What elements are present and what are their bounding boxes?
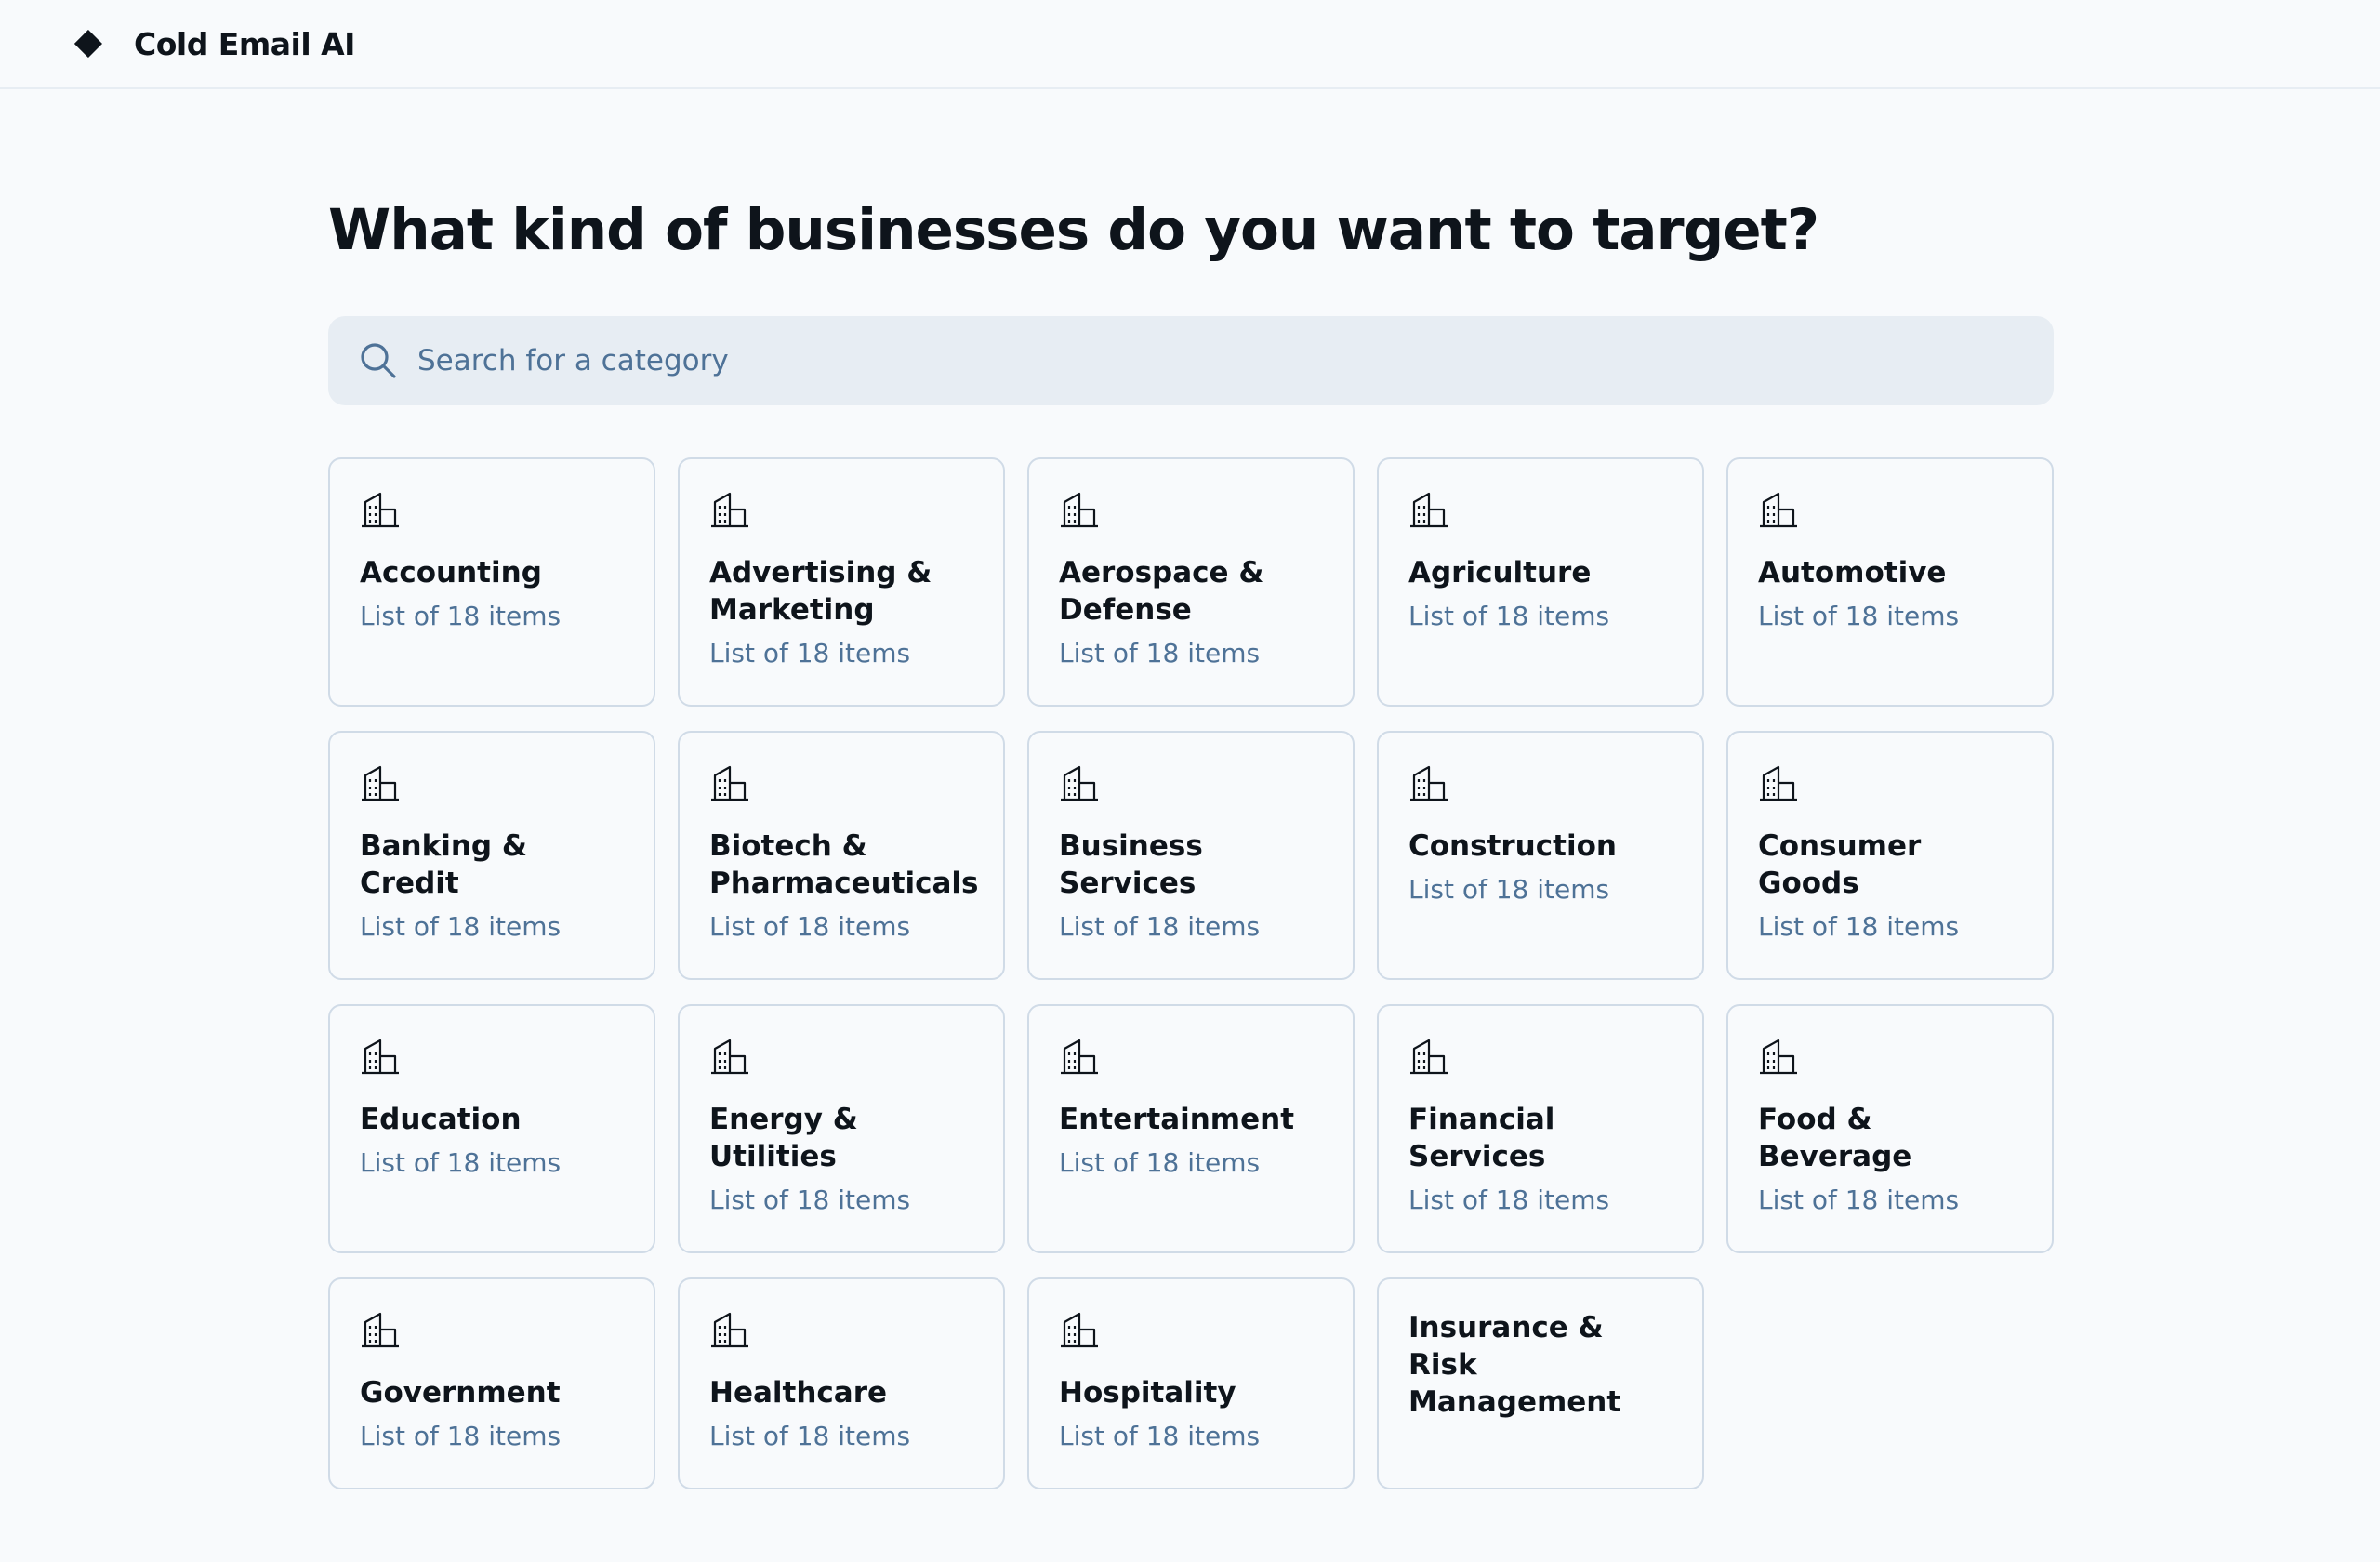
category-card[interactable]: Construction List of 18 items (1377, 731, 1704, 980)
category-item-count: List of 18 items (1059, 638, 1261, 668)
category-item-count: List of 18 items (709, 1421, 911, 1451)
category-name: Business Services (1059, 829, 1203, 900)
category-item-count: List of 18 items (709, 1185, 911, 1215)
building-icon (360, 489, 401, 530)
category-item-count: List of 18 items (1059, 911, 1261, 942)
search-bar[interactable] (328, 316, 2054, 405)
category-card[interactable]: Insurance & Risk Management (1377, 1277, 1704, 1489)
category-name: Biotech & Pharmaceuticals (709, 829, 979, 900)
category-name: Agriculture (1408, 556, 1592, 589)
category-card[interactable]: Automotive List of 18 items (1726, 457, 2054, 707)
building-icon (1059, 489, 1100, 530)
search-input[interactable] (417, 344, 1998, 377)
category-item-count: List of 18 items (360, 1147, 562, 1178)
building-icon (360, 1309, 401, 1350)
category-card[interactable]: Aerospace & Defense List of 18 items (1027, 457, 1355, 707)
category-item-count: List of 18 items (1408, 601, 1610, 631)
category-name: Financial Services (1408, 1103, 1555, 1173)
category-item-count: List of 18 items (709, 911, 911, 942)
building-icon (1758, 1036, 1799, 1077)
category-card[interactable]: Energy & Utilities List of 18 items (678, 1004, 1005, 1253)
category-item-count: List of 18 items (709, 638, 911, 668)
category-item-count: List of 18 items (1408, 874, 1610, 905)
category-card[interactable]: Entertainment List of 18 items (1027, 1004, 1355, 1253)
building-icon (709, 762, 750, 803)
category-card[interactable]: Consumer Goods List of 18 items (1726, 731, 2054, 980)
category-item-count: List of 18 items (1059, 1147, 1261, 1178)
building-icon (1408, 489, 1449, 530)
page-title: What kind of businesses do you want to t… (328, 197, 1819, 263)
category-item-count: List of 18 items (360, 911, 562, 942)
category-name: Banking & Credit (360, 829, 527, 900)
category-name: Automotive (1758, 556, 1947, 589)
category-card[interactable]: Food & Beverage List of 18 items (1726, 1004, 2054, 1253)
category-item-count: List of 18 items (1758, 601, 1960, 631)
category-card[interactable]: Government List of 18 items (328, 1277, 655, 1489)
building-icon (1408, 1036, 1449, 1077)
category-name: Aerospace & Defense (1059, 556, 1264, 627)
building-icon (1758, 489, 1799, 530)
building-icon (360, 762, 401, 803)
category-name: Healthcare (709, 1376, 888, 1410)
building-icon (1758, 762, 1799, 803)
category-card[interactable]: Business Services List of 18 items (1027, 731, 1355, 980)
category-name: Construction (1408, 829, 1617, 863)
building-icon (360, 1036, 401, 1077)
category-name: Entertainment (1059, 1103, 1295, 1136)
category-item-count: List of 18 items (360, 601, 562, 631)
category-item-count: List of 18 items (1758, 1185, 1960, 1215)
category-card[interactable]: Accounting List of 18 items (328, 457, 655, 707)
category-name: Education (360, 1103, 522, 1136)
category-grid: Accounting List of 18 items Advertising &… (328, 457, 2054, 1489)
category-item-count: List of 18 items (1408, 1185, 1610, 1215)
category-card[interactable]: Biotech & Pharmaceuticals List of 18 item… (678, 731, 1005, 980)
building-icon (1059, 762, 1100, 803)
category-name: Insurance & Risk Management (1408, 1311, 1621, 1419)
building-icon (709, 489, 750, 530)
building-icon (1408, 762, 1449, 803)
app-title[interactable]: Cold Email AI (134, 26, 355, 62)
category-card[interactable]: Agriculture List of 18 items (1377, 457, 1704, 707)
category-item-count: List of 18 items (1059, 1421, 1261, 1451)
category-card[interactable]: Hospitality List of 18 items (1027, 1277, 1355, 1489)
category-card[interactable]: Education List of 18 items (328, 1004, 655, 1253)
category-item-count: List of 18 items (360, 1421, 562, 1451)
category-item-count: List of 18 items (1758, 911, 1960, 942)
category-name: Consumer Goods (1758, 829, 1922, 900)
building-icon (1059, 1309, 1100, 1350)
search-icon (358, 340, 399, 381)
building-icon (709, 1309, 750, 1350)
top-bar: Cold Email AI (0, 0, 2380, 89)
category-name: Advertising & Marketing (709, 556, 932, 627)
category-card[interactable]: Healthcare List of 18 items (678, 1277, 1005, 1489)
category-name: Hospitality (1059, 1376, 1236, 1410)
category-name: Accounting (360, 556, 542, 589)
category-name: Energy & Utilities (709, 1103, 858, 1173)
category-name: Government (360, 1376, 561, 1410)
building-icon (1059, 1036, 1100, 1077)
category-card[interactable]: Banking & Credit List of 18 items (328, 731, 655, 980)
building-icon (709, 1036, 750, 1077)
diamond-logo-icon[interactable] (73, 28, 104, 60)
category-card[interactable]: Financial Services List of 18 items (1377, 1004, 1704, 1253)
category-card[interactable]: Advertising & Marketing List of 18 items (678, 457, 1005, 707)
main-content: What kind of businesses do you want to t… (328, 89, 2054, 1489)
category-name: Food & Beverage (1758, 1103, 1912, 1173)
